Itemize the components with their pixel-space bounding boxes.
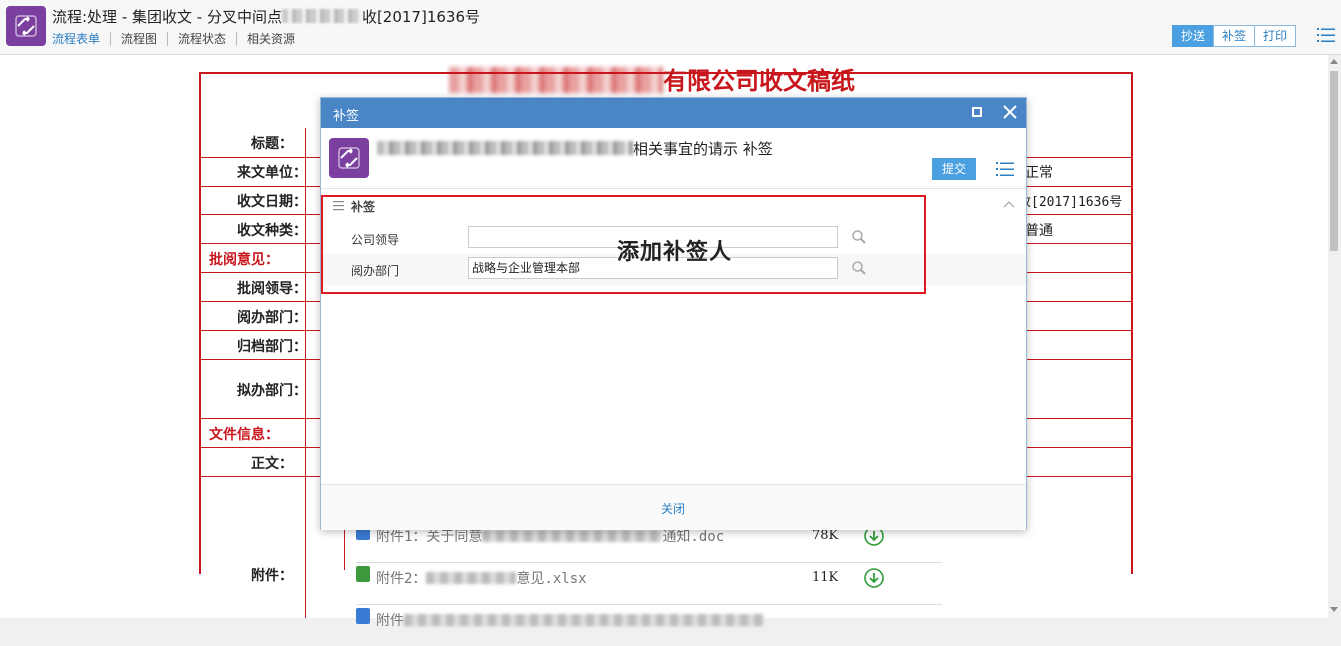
label-file-info: 文件信息： — [209, 427, 279, 443]
tab-form[interactable]: 流程表单 — [52, 32, 110, 46]
label-sender: 来文单位： — [237, 165, 307, 181]
dialog-header: 相关事宜的请示 补签 提交 — [321, 128, 1026, 189]
dialog-document-title-suffix: 相关事宜的请示 补签 — [633, 140, 773, 158]
label-attachments: 附件： — [251, 568, 293, 584]
window-title-prefix: 流程:处理 - 集团收文 - 分叉中间点 — [52, 8, 282, 26]
close-button[interactable]: 关闭 — [661, 500, 685, 517]
label-date: 收文日期： — [237, 194, 307, 210]
doc-file-icon — [356, 608, 370, 624]
tab-flowchart[interactable]: 流程图 — [110, 32, 167, 46]
countersign-button[interactable]: 补签 — [1213, 25, 1256, 47]
doc-number-value: 收[2017]1636号 — [1018, 195, 1123, 210]
label-draft-dept: 拟办部门： — [237, 383, 307, 399]
attachment-name-suffix: 意见.xlsx — [516, 571, 587, 587]
cc-button[interactable]: 抄送 — [1172, 25, 1215, 47]
app-logo-icon — [6, 6, 46, 46]
attachment-name-prefix: 附件2： — [376, 571, 427, 587]
dialog-document-title: 相关事宜的请示 补签 — [377, 138, 773, 159]
maximize-icon[interactable] — [972, 107, 982, 117]
close-icon[interactable] — [1003, 105, 1017, 119]
dialog-titlebar[interactable]: 补签 — [321, 98, 1026, 128]
list-menu-icon[interactable] — [1317, 27, 1335, 43]
redacted-text — [281, 9, 362, 23]
window-title-suffix: 收[2017]1636号 — [361, 8, 481, 26]
attachment-name-prefix: 附件1：关于同意 — [376, 529, 483, 545]
scroll-thumb[interactable] — [1330, 71, 1338, 251]
dialog-title: 补签 — [333, 109, 360, 124]
tab-resources[interactable]: 相关资源 — [236, 32, 305, 46]
attachment-name[interactable]: 附件2： 意见.xlsx — [376, 568, 587, 588]
attachment-name[interactable]: 附件 — [376, 610, 764, 630]
redacted-text — [482, 530, 663, 542]
tab-flow-status[interactable]: 流程状态 — [167, 32, 236, 46]
countersign-dialog: 补签 相关事宜的请示 补签 提交 补签 公司领导 阅办部门 战略与企业管理本部 … — [320, 97, 1027, 530]
label-handling-dept: 阅办部门： — [237, 310, 307, 326]
attachment-item[interactable]: 附件2： 意见.xlsx 11K — [356, 562, 942, 605]
page-scrollbar[interactable] — [1328, 55, 1341, 618]
app-logo-icon — [329, 138, 369, 178]
tab-bar: 流程表单 流程图 流程状态 相关资源 — [52, 32, 305, 46]
label-type: 收文种类： — [237, 223, 307, 239]
label-title: 标题： — [251, 136, 293, 152]
redacted-text — [377, 141, 633, 155]
label-review-leader: 批阅领导： — [237, 281, 307, 297]
attachment-item[interactable]: 附件 — [356, 604, 942, 646]
attachment-name-suffix: 通知.doc — [662, 529, 725, 545]
top-action-group: 抄送 补签 打印 — [1172, 25, 1297, 47]
label-review-opinion: 批阅意见： — [209, 252, 279, 268]
label-archive-dept: 归档部门： — [237, 339, 307, 355]
chevron-up-icon[interactable] — [1003, 200, 1015, 208]
xlsx-file-icon — [356, 566, 370, 582]
label-body: 正文： — [251, 456, 293, 472]
window-header: 流程:处理 - 集团收文 - 分叉中间点 收[2017]1636号 流程表单 流程… — [0, 0, 1341, 55]
scroll-down-arrow-icon[interactable] — [1330, 607, 1338, 612]
urgency-value: 正常 — [1025, 165, 1053, 181]
attachment-name-prefix: 附件 — [376, 613, 404, 629]
download-icon[interactable] — [864, 568, 884, 588]
redacted-text — [404, 614, 764, 626]
scroll-up-arrow-icon[interactable] — [1330, 59, 1338, 64]
type-value: 普通 — [1025, 223, 1053, 239]
redacted-text — [426, 572, 517, 584]
dialog-footer: 关闭 — [321, 484, 1026, 530]
submit-button[interactable]: 提交 — [932, 158, 977, 180]
annotation-text: 添加补签人 — [617, 240, 733, 265]
print-button[interactable]: 打印 — [1254, 25, 1297, 47]
attachment-size: 78K — [812, 528, 839, 543]
window-title: 流程:处理 - 集团收文 - 分叉中间点 收[2017]1636号 — [52, 6, 480, 27]
list-menu-icon[interactable] — [996, 161, 1014, 177]
attachment-size: 11K — [812, 570, 839, 585]
